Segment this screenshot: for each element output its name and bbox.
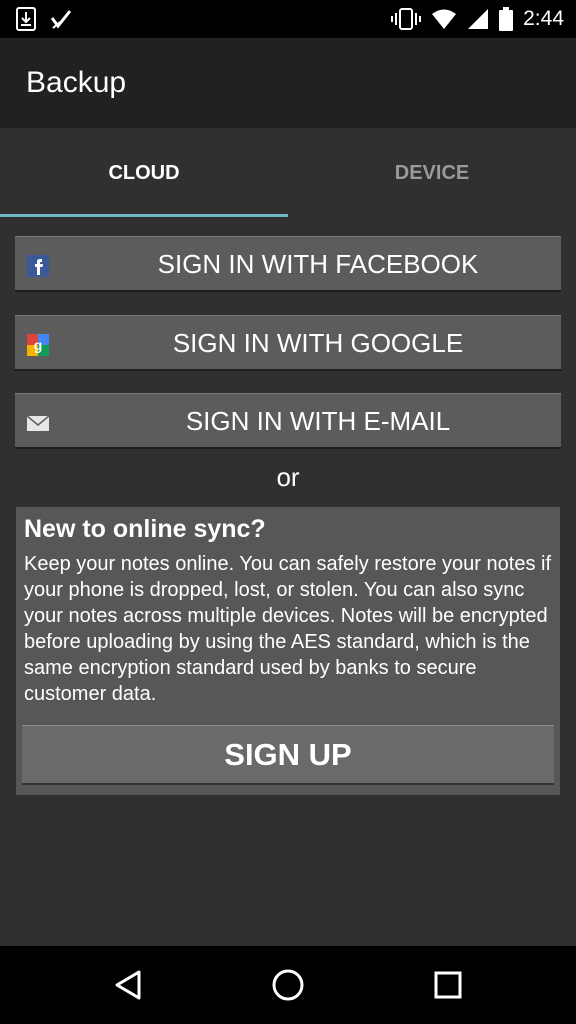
page-title: Backup (26, 66, 127, 99)
wifi-icon (432, 9, 457, 29)
facebook-signin-button[interactable]: SIGN IN WITH FACEBOOK (15, 236, 561, 292)
status-time: 2:44 (523, 7, 564, 30)
vibrate-icon (391, 8, 422, 30)
google-signin-label: SIGN IN WITH GOOGLE (172, 327, 464, 358)
back-icon[interactable] (111, 968, 145, 1002)
signup-heading: New to online sync? (24, 515, 266, 543)
signup-card: New to online sync? Keep your notes onli… (16, 507, 560, 795)
email-signin-button[interactable]: SIGN IN WITH E-MAIL (15, 393, 561, 449)
tab-indicator (0, 214, 288, 217)
signup-button[interactable]: SIGN UP (22, 725, 554, 785)
tab-bar: CLOUD DEVICE (0, 128, 576, 218)
mail-icon (27, 415, 49, 431)
status-bar: 2:44 (0, 0, 576, 38)
navigation-bar (0, 946, 576, 1024)
google-signin-button[interactable]: g SIGN IN WITH GOOGLE (15, 315, 561, 371)
check-icon (50, 10, 72, 29)
or-divider-text: or (276, 462, 300, 492)
app-bar: Backup (0, 38, 576, 128)
signup-description: Keep your notes online. You can safely r… (24, 553, 552, 705)
signal-icon (468, 9, 489, 29)
google-icon: g (27, 334, 49, 356)
facebook-icon (27, 255, 49, 277)
svg-text:g: g (34, 337, 43, 353)
home-icon[interactable] (271, 968, 305, 1002)
tab-device[interactable]: DEVICE (288, 128, 576, 218)
tab-cloud[interactable]: CLOUD (0, 128, 288, 218)
download-icon (16, 7, 36, 31)
battery-icon (499, 7, 514, 31)
facebook-signin-label: SIGN IN WITH FACEBOOK (157, 248, 479, 279)
recents-icon[interactable] (431, 968, 465, 1002)
email-signin-label: SIGN IN WITH E-MAIL (185, 405, 451, 436)
